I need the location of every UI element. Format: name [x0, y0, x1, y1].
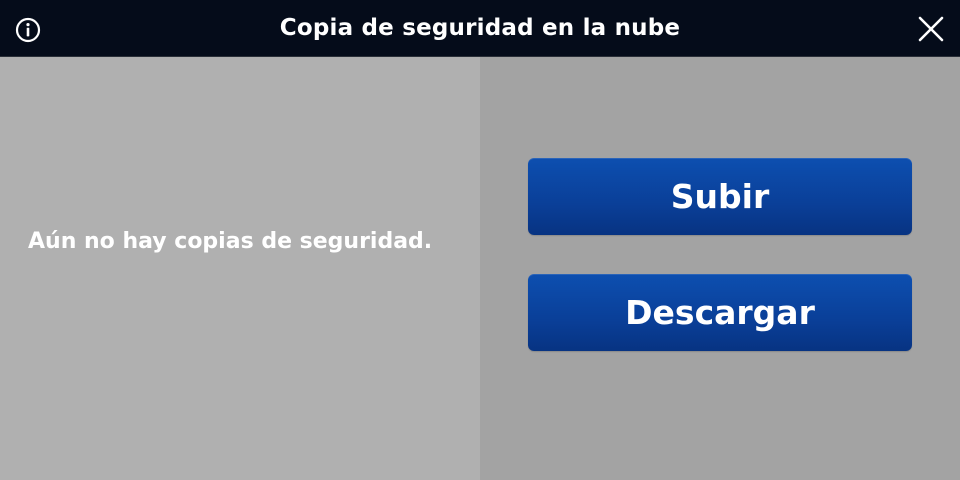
- cloud-backup-dialog: Copia de seguridad en la nube Aún no hay…: [0, 0, 960, 480]
- backup-list-panel: Aún no hay copias de seguridad.: [0, 57, 480, 480]
- empty-backups-message: Aún no hay copias de seguridad.: [28, 229, 433, 254]
- close-button[interactable]: [916, 14, 946, 44]
- actions-panel: Subir Descargar: [480, 57, 960, 480]
- upload-button[interactable]: Subir: [528, 158, 912, 235]
- dialog-title: Copia de seguridad en la nube: [279, 15, 681, 41]
- close-x-icon: [918, 16, 944, 42]
- download-button[interactable]: Descargar: [528, 274, 912, 351]
- title-bar: Copia de seguridad en la nube: [0, 0, 960, 57]
